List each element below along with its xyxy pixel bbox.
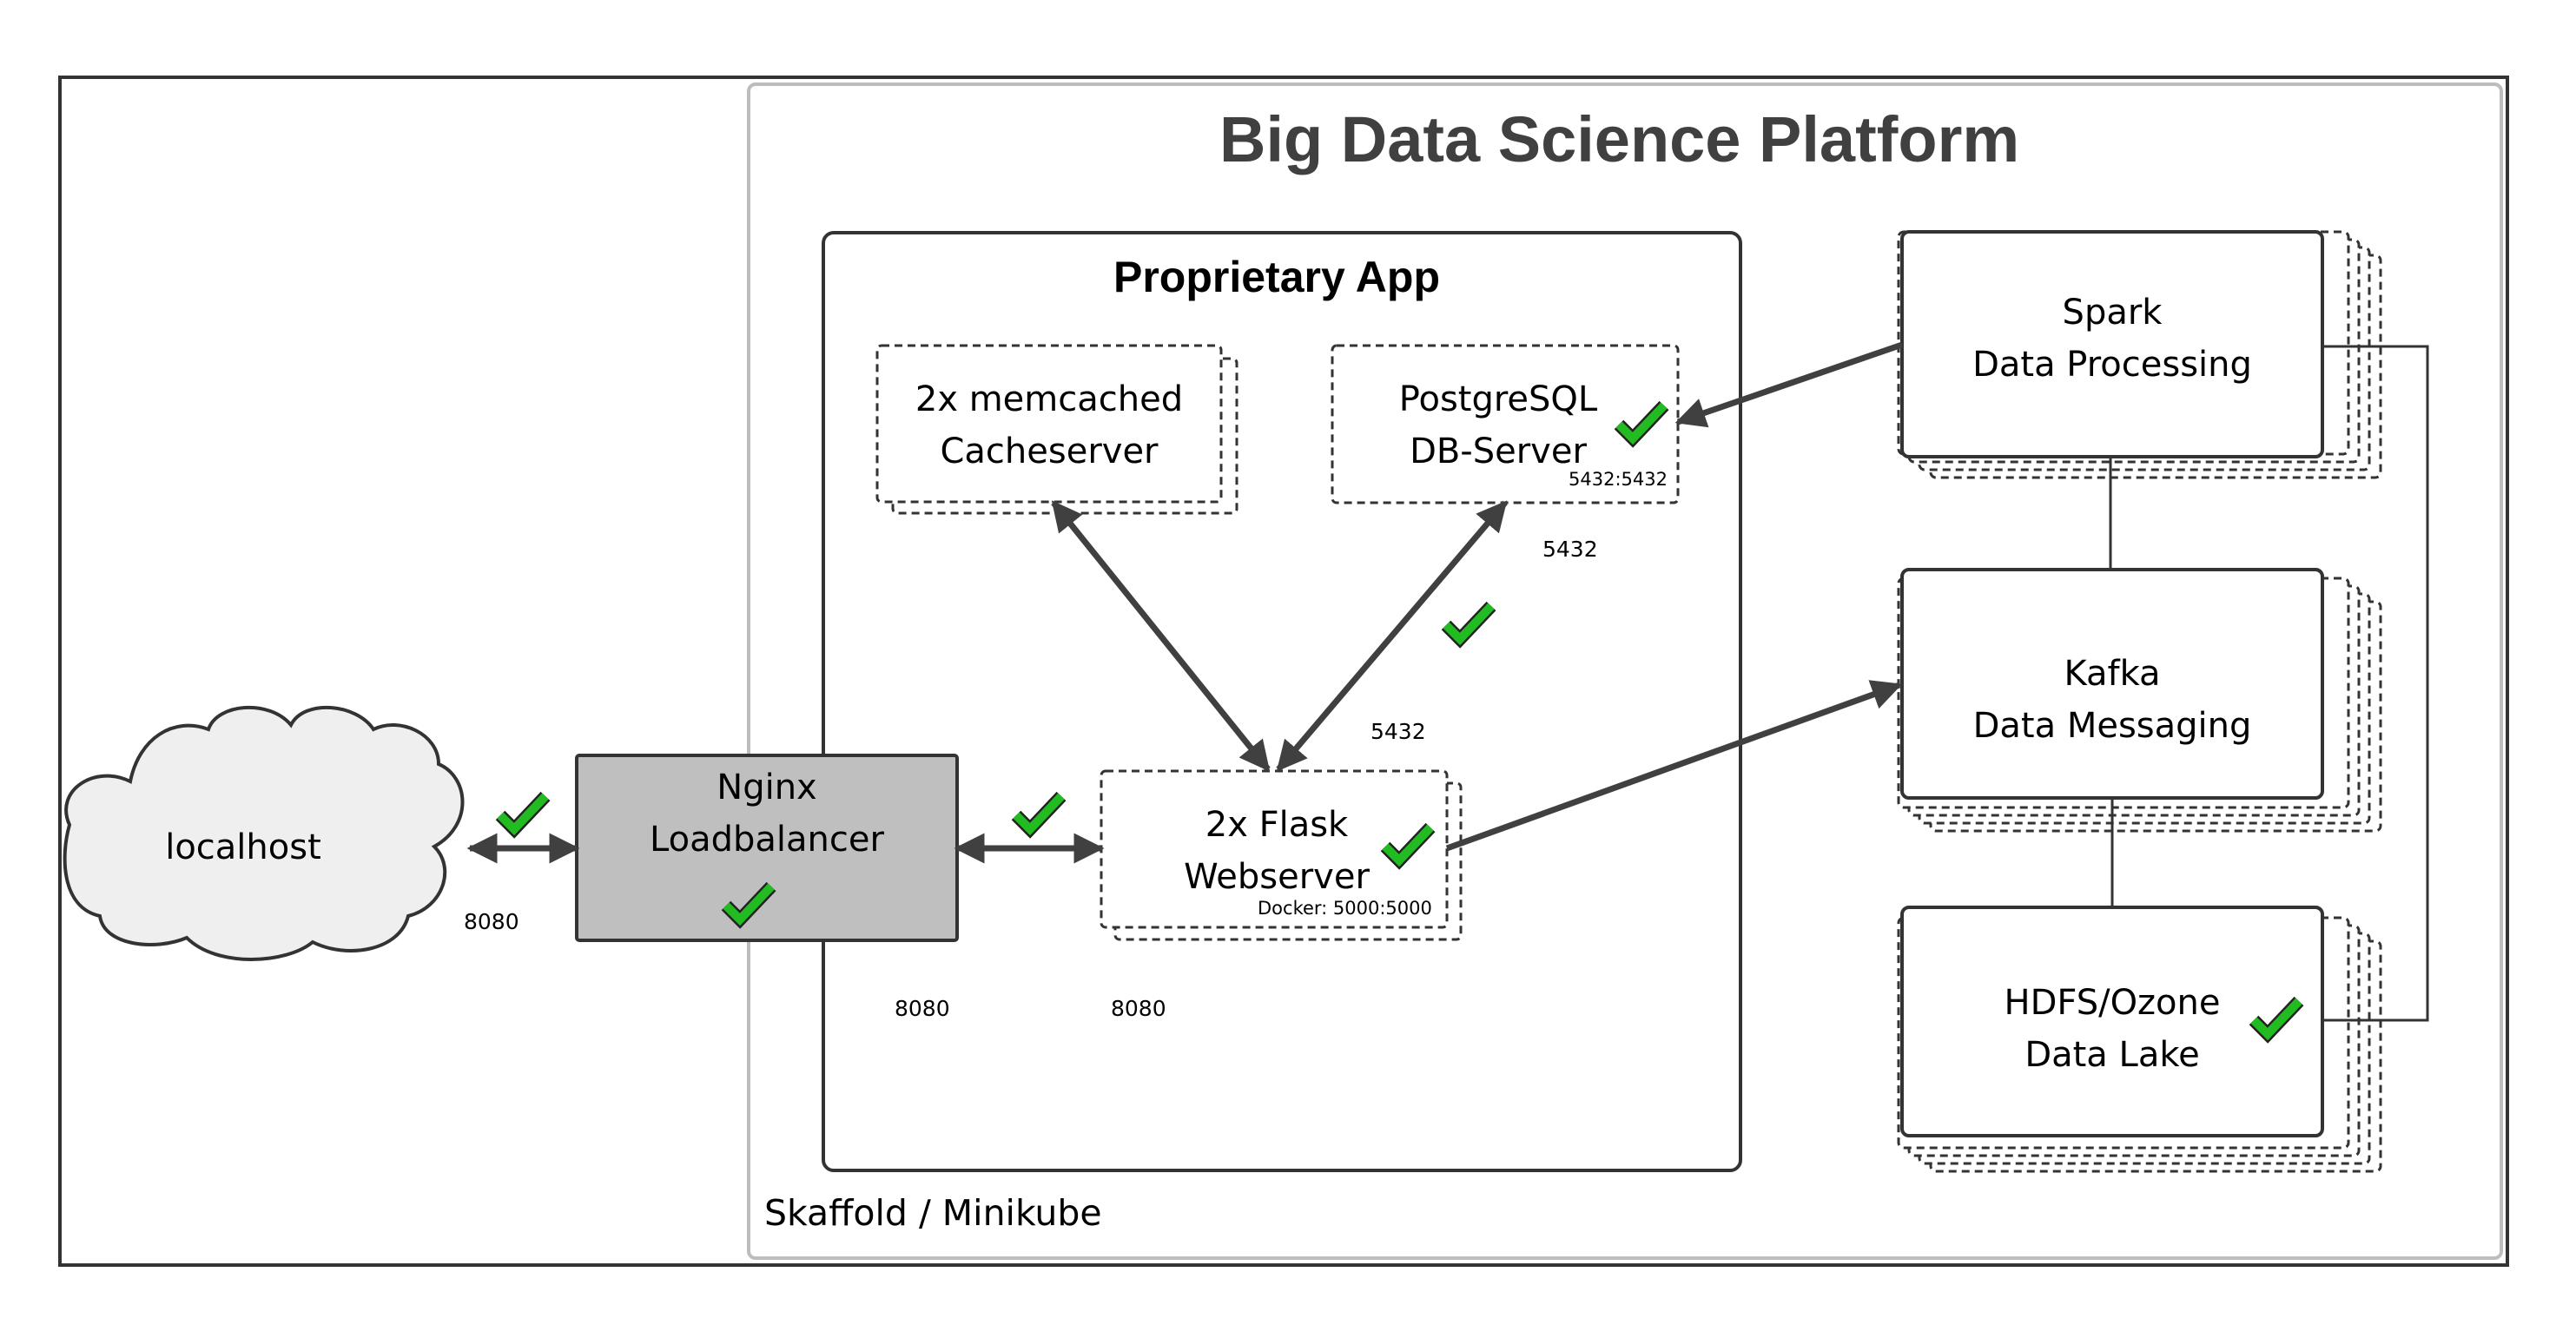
port-label-flask-postgres-bottom: 5432: [1371, 719, 1426, 744]
hdfs-line2: Data Lake: [2024, 1035, 2200, 1075]
spark-line1: Spark: [2062, 293, 2163, 333]
flask-line2: Webserver: [1184, 857, 1370, 897]
check-icon: [1016, 796, 1061, 829]
kafka-label: Kafka Data Messaging: [1902, 648, 2322, 752]
port-label-nginx-out: 8080: [895, 996, 950, 1021]
environment-label: Skaffold / Minikube: [764, 1192, 1102, 1234]
port-label-flask-in: 8080: [1111, 996, 1166, 1021]
nginx-label: Nginx Loadbalancer: [577, 761, 957, 866]
localhost-label: localhost: [165, 827, 321, 867]
flask-label: 2x Flask Webserver: [1155, 799, 1398, 903]
memcached-label: 2x memcached Cacheserver: [877, 373, 1221, 478]
check-icon: [500, 796, 545, 829]
port-label-localhost-nginx: 8080: [464, 909, 519, 934]
hdfs-label: HDFS/Ozone Data Lake: [1902, 977, 2322, 1081]
nginx-line1: Nginx: [717, 768, 817, 807]
flask-port: Docker: 5000:5000: [1258, 898, 1432, 919]
proprietary-app-title: Proprietary App: [1113, 253, 1441, 301]
spark-label: Spark Data Processing: [1902, 287, 2322, 391]
postgres-port: 5432:5432: [1569, 469, 1668, 490]
kafka-line1: Kafka: [2064, 654, 2161, 694]
spark-line2: Data Processing: [1972, 345, 2252, 385]
memcached-line2: Cacheserver: [940, 432, 1159, 471]
kafka-line2: Data Messaging: [1972, 706, 2252, 746]
memcached-line1: 2x memcached: [915, 379, 1184, 419]
postgres-line1: PostgreSQL: [1398, 379, 1598, 419]
arrow-spark-postgres: [1674, 341, 1904, 428]
check-icon: [1446, 606, 1491, 639]
platform-title: Big Data Science Platform: [1219, 103, 2020, 175]
arrow-flask-kafka: [1445, 680, 1903, 852]
flask-line1: 2x Flask: [1205, 805, 1349, 845]
postgres-label: PostgreSQL DB-Server: [1381, 373, 1615, 478]
arrow-memcached-flask: [1051, 500, 1271, 772]
hdfs-line1: HDFS/Ozone: [2004, 983, 2221, 1023]
nginx-line2: Loadbalancer: [650, 820, 884, 860]
port-label-flask-postgres-top: 5432: [1542, 537, 1598, 562]
